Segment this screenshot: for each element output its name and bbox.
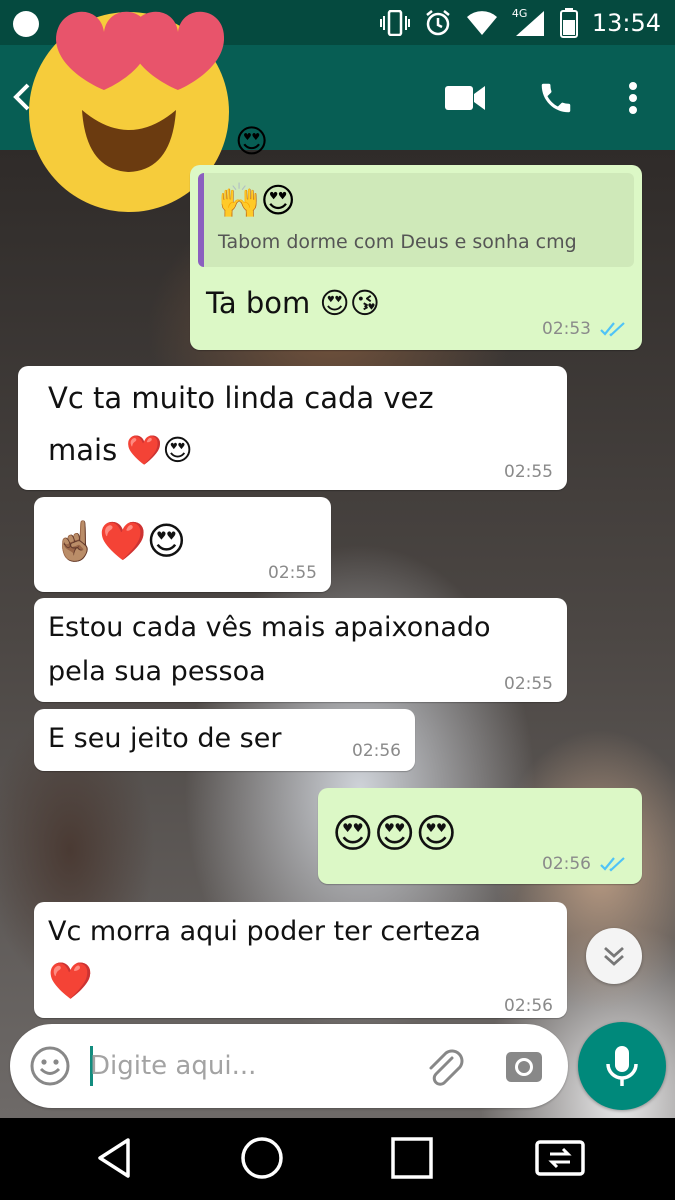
message-input[interactable]: [90, 1044, 410, 1088]
message-time: 02:56: [352, 741, 401, 761]
recents-nav-icon[interactable]: [390, 1136, 434, 1180]
read-ticks-icon: [600, 322, 625, 337]
message-text-line: pela sua pessoa: [48, 656, 266, 687]
quoted-message[interactable]: 🙌😍 Tabom dorme com Deus e sonha cmg: [198, 173, 634, 267]
message-composer: [10, 1024, 568, 1108]
message-text: E seu jeito de ser: [48, 723, 282, 754]
message-bubble-incoming[interactable]: E seu jeito de ser 02:56: [34, 709, 415, 771]
scroll-to-bottom-button[interactable]: [586, 928, 642, 984]
camera-icon[interactable]: [502, 1044, 546, 1088]
message-bubble-incoming[interactable]: Estou cada vês mais apaixonado pela sua …: [34, 598, 567, 702]
message-text-line: Estou cada vês mais apaixonado: [48, 612, 491, 643]
switch-app-icon[interactable]: [534, 1136, 586, 1180]
wifi-icon: [466, 11, 497, 35]
voice-call-icon[interactable]: [537, 79, 575, 117]
battery-icon: [559, 8, 578, 38]
status-time: 13:54: [591, 9, 661, 37]
voice-message-button[interactable]: [578, 1022, 666, 1110]
message-time: 02:56: [542, 854, 591, 874]
message-text: Ta bom 😍😘: [206, 286, 380, 320]
microphone-icon: [606, 1046, 638, 1086]
back-nav-icon[interactable]: [94, 1136, 134, 1180]
message-time: 02:55: [504, 674, 553, 694]
chevron-down-icon: [604, 946, 624, 966]
alarm-icon: [426, 10, 450, 36]
read-ticks-icon: [600, 857, 625, 872]
message-text-line: Vc morra aqui poder ter certeza: [48, 916, 481, 947]
message-bubble-incoming[interactable]: Vc ta muito linda cada vez mais ❤️😍 02:5…: [18, 366, 567, 490]
quoted-emoji: 🙌😍: [218, 181, 296, 221]
menu-icon[interactable]: [626, 81, 640, 115]
message-text: 😍😍😍: [332, 811, 458, 857]
message-bubble-outgoing[interactable]: 😍😍😍 02:56: [318, 788, 642, 884]
message-bubble-incoming[interactable]: Vc morra aqui poder ter certeza ❤️ 02:56: [34, 902, 567, 1018]
message-bubble-outgoing[interactable]: 🙌😍 Tabom dorme com Deus e sonha cmg Ta b…: [190, 165, 642, 350]
message-bubble-incoming[interactable]: ☝🏽❤️😍 02:55: [34, 497, 331, 592]
quoted-text: Tabom dorme com Deus e sonha cmg: [218, 231, 577, 253]
attach-icon[interactable]: [422, 1044, 466, 1088]
emoji-icon[interactable]: [28, 1044, 72, 1088]
message-text-line: ❤️: [48, 961, 93, 1002]
video-call-icon[interactable]: [444, 83, 486, 113]
contact-name-emoji[interactable]: 😍: [235, 123, 268, 159]
message-text-line: mais ❤️😍: [48, 433, 193, 467]
message-time: 02:55: [504, 462, 553, 482]
signal-icon: 4G: [512, 7, 546, 37]
home-nav-icon[interactable]: [240, 1136, 284, 1180]
message-time: 02:56: [504, 996, 553, 1016]
message-time: 02:55: [268, 563, 317, 583]
message-time: 02:53: [542, 319, 591, 339]
message-text-line: Vc ta muito linda cada vez: [48, 381, 434, 415]
system-nav-bar: [0, 1118, 675, 1200]
vibrate-icon: [379, 10, 410, 36]
message-text: ☝🏽❤️😍: [52, 519, 187, 563]
